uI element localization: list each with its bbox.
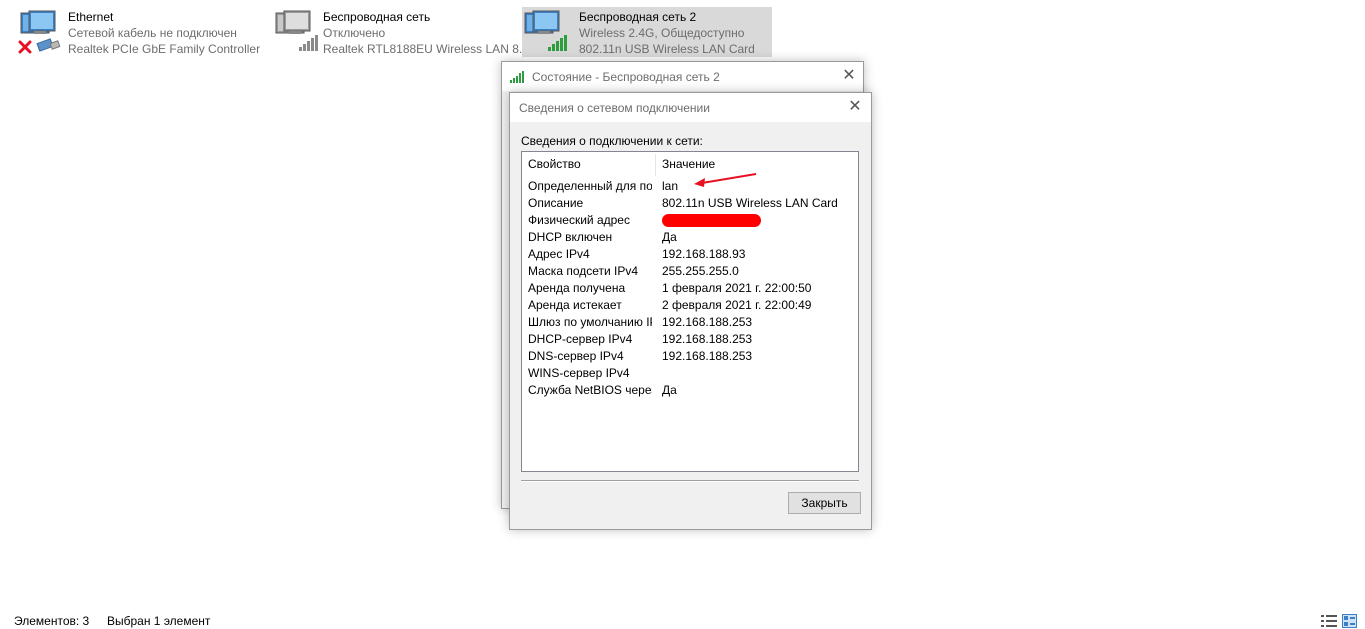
selection-count: Выбран 1 элемент bbox=[107, 614, 211, 628]
section-label: Сведения о подключении к сети: bbox=[521, 134, 703, 148]
row-value: Да bbox=[662, 383, 677, 397]
adapter-device: Realtek PCIe GbE Family Controller bbox=[68, 42, 261, 56]
column-divider[interactable] bbox=[655, 154, 656, 176]
close-icon[interactable]: ✕ bbox=[847, 99, 863, 115]
table-row[interactable]: Физический адрес bbox=[522, 212, 858, 229]
status-dialog-title: Состояние - Беспроводная сеть 2 bbox=[532, 69, 720, 84]
signal-bars-icon bbox=[510, 70, 524, 83]
adapter-status: Wireless 2.4G, Общедоступно bbox=[579, 26, 745, 40]
row-property: Служба NetBIOS через... bbox=[528, 383, 652, 397]
adapter-name: Беспроводная сеть 2 bbox=[579, 10, 697, 24]
row-property: Маска подсети IPv4 bbox=[528, 264, 639, 278]
adapter-name: Ethernet bbox=[68, 10, 114, 24]
adapter-wireless-2[interactable]: Беспроводная сеть 2 Wireless 2.4G, Общед… bbox=[522, 7, 772, 57]
row-property: DHCP включен bbox=[528, 230, 613, 244]
items-count: Элементов: 3 bbox=[14, 614, 90, 628]
divider bbox=[521, 480, 859, 482]
row-property: DNS-сервер IPv4 bbox=[528, 349, 624, 363]
row-value: 255.255.255.0 bbox=[662, 264, 739, 278]
adapter-name: Беспроводная сеть bbox=[323, 10, 431, 24]
table-row[interactable]: DHCP включен Да bbox=[522, 229, 858, 246]
row-value: 192.168.188.253 bbox=[662, 315, 753, 329]
table-row[interactable]: DHCP-сервер IPv4 192.168.188.253 bbox=[522, 331, 858, 348]
annotation-arrow-icon bbox=[694, 173, 757, 187]
signal-bars-icon bbox=[548, 35, 567, 51]
table-row[interactable]: Служба NetBIOS через... Да bbox=[522, 382, 858, 399]
row-value: 2 февраля 2021 г. 22:00:49 bbox=[662, 298, 812, 312]
details-list[interactable]: Свойство Значение Определенный для по...… bbox=[521, 151, 859, 472]
adapter-wireless[interactable]: Беспроводная сеть Отключено Realtek RTL8… bbox=[273, 7, 529, 57]
row-value: 192.168.188.93 bbox=[662, 247, 746, 261]
row-property: Адрес IPv4 bbox=[528, 247, 590, 261]
row-value: Да bbox=[662, 230, 677, 244]
disconnected-x-icon bbox=[18, 40, 32, 54]
row-property: WINS-сервер IPv4 bbox=[528, 366, 630, 380]
row-value: 192.168.188.253 bbox=[662, 349, 753, 363]
row-property: Описание bbox=[528, 196, 584, 210]
column-header-value[interactable]: Значение bbox=[662, 157, 715, 171]
adapter-device: Realtek RTL8188EU Wireless LAN 8... bbox=[323, 42, 529, 56]
row-property: Аренда истекает bbox=[528, 298, 622, 312]
adapter-ethernet[interactable]: Ethernet Сетевой кабель не подключен Rea… bbox=[18, 7, 261, 57]
details-dialog-titlebar[interactable]: Сведения о сетевом подключении bbox=[510, 93, 871, 122]
table-row[interactable]: Определенный для по... lan bbox=[522, 178, 858, 195]
table-row[interactable]: Шлюз по умолчанию IP... 192.168.188.253 bbox=[522, 314, 858, 331]
table-row[interactable]: Аренда получена 1 февраля 2021 г. 22:00:… bbox=[522, 280, 858, 297]
adapter-status: Отключено bbox=[323, 26, 386, 40]
table-row[interactable]: Аренда истекает 2 февраля 2021 г. 22:00:… bbox=[522, 297, 858, 314]
adapter-device: 802.11n USB Wireless LAN Card bbox=[579, 42, 755, 56]
row-value: 802.11n USB Wireless LAN Card bbox=[662, 196, 838, 210]
status-dialog-titlebar[interactable]: Состояние - Беспроводная сеть 2 bbox=[502, 62, 863, 91]
cable-plug-icon bbox=[36, 38, 61, 52]
table-row[interactable]: Маска подсети IPv4 255.255.255.0 bbox=[522, 263, 858, 280]
details-dialog-title: Сведения о сетевом подключении bbox=[519, 100, 710, 115]
close-button[interactable]: Закрыть bbox=[788, 492, 861, 514]
row-property: Шлюз по умолчанию IP... bbox=[528, 315, 652, 329]
signal-bars-icon bbox=[299, 35, 318, 51]
details-dialog: Сведения о сетевом подключении ✕ Сведени… bbox=[509, 92, 872, 530]
row-value: lan bbox=[662, 179, 679, 193]
details-view-icon[interactable] bbox=[1321, 615, 1337, 627]
tiles-view-icon[interactable] bbox=[1342, 614, 1357, 628]
row-property: Физический адрес bbox=[528, 213, 630, 227]
list-header: Свойство Значение bbox=[522, 152, 858, 176]
table-row[interactable]: DNS-сервер IPv4 192.168.188.253 bbox=[522, 348, 858, 365]
table-row[interactable]: WINS-сервер IPv4 bbox=[522, 365, 858, 382]
row-property: Аренда получена bbox=[528, 281, 626, 295]
table-row[interactable]: Адрес IPv4 192.168.188.93 bbox=[522, 246, 858, 263]
redaction-mark bbox=[662, 214, 761, 227]
row-value: 1 февраля 2021 г. 22:00:50 bbox=[662, 281, 812, 295]
adapter-status: Сетевой кабель не подключен bbox=[68, 26, 237, 40]
column-header-property[interactable]: Свойство bbox=[528, 157, 581, 171]
row-property: DHCP-сервер IPv4 bbox=[528, 332, 633, 346]
close-icon[interactable]: ✕ bbox=[841, 68, 857, 84]
row-property: Определенный для по... bbox=[528, 179, 652, 193]
row-value: 192.168.188.253 bbox=[662, 332, 753, 346]
table-row[interactable]: Описание 802.11n USB Wireless LAN Card bbox=[522, 195, 858, 212]
